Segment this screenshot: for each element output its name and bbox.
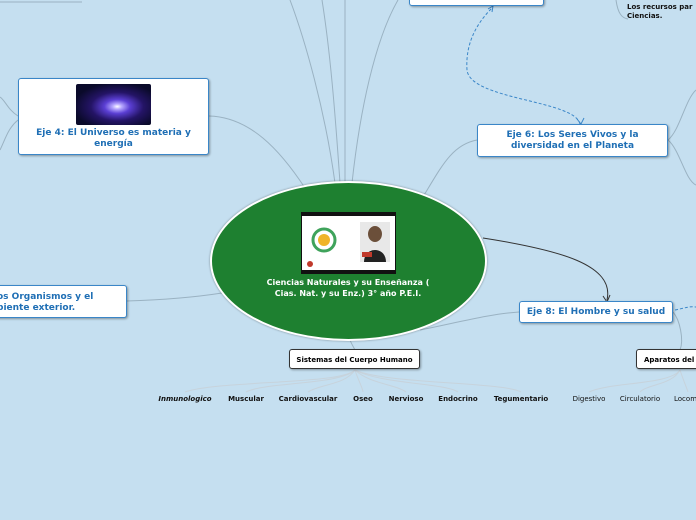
eje8-title: Eje 8: El Hombre y su salud <box>526 307 666 317</box>
leaf-tegumentario[interactable]: Tegumentario <box>489 395 553 403</box>
center-logo-image <box>301 212 396 274</box>
eje6-node[interactable]: Eje 6: Los Seres Vivos y la diversidad e… <box>477 124 668 157</box>
mindmap-canvas: Los recursos par Ciencias. Eje 4: El Uni… <box>0 0 696 520</box>
leaf-cardiovascular[interactable]: Cardiovascular <box>274 395 342 403</box>
leaf-muscular[interactable]: Muscular <box>221 395 271 403</box>
note-text: Los recursos par Ciencias. <box>627 3 693 20</box>
leaf-endocrino[interactable]: Endocrino <box>434 395 482 403</box>
eje4-node[interactable]: Eje 4: El Universo es materia y energía <box>18 78 209 155</box>
leaf-locomotor[interactable]: Locom <box>674 395 696 403</box>
aparatos-title: Aparatos del <box>644 356 695 364</box>
central-topic-title: Ciencias Naturales y su Enseñanza ( Cias… <box>266 278 430 298</box>
leaf-digestivo[interactable]: Digestivo <box>567 395 611 403</box>
leaf-oseo[interactable]: Oseo <box>348 395 378 403</box>
leaf-nervioso[interactable]: Nervioso <box>384 395 428 403</box>
logo-graphic <box>307 222 390 267</box>
aparatos-node[interactable]: Aparatos del <box>636 349 696 369</box>
universe-image <box>76 84 151 125</box>
leaf-inmunologico[interactable]: Inmunologico <box>155 395 215 403</box>
organismos-node[interactable]: os Organismos y el biente exterior. <box>0 285 127 318</box>
eje8-node[interactable]: Eje 8: El Hombre y su salud <box>519 301 673 323</box>
eje4-title: Eje 4: El Universo es materia y energía <box>36 128 191 149</box>
leaf-circulatorio[interactable]: Circulatorio <box>616 395 664 403</box>
sistemas-title: Sistemas del Cuerpo Humano <box>296 356 413 364</box>
organismos-title: os Organismos y el biente exterior. <box>0 292 94 313</box>
eje6-title: Eje 6: Los Seres Vivos y la diversidad e… <box>506 130 639 151</box>
top-partial-node[interactable] <box>409 0 544 6</box>
sistemas-node[interactable]: Sistemas del Cuerpo Humano <box>289 349 420 369</box>
